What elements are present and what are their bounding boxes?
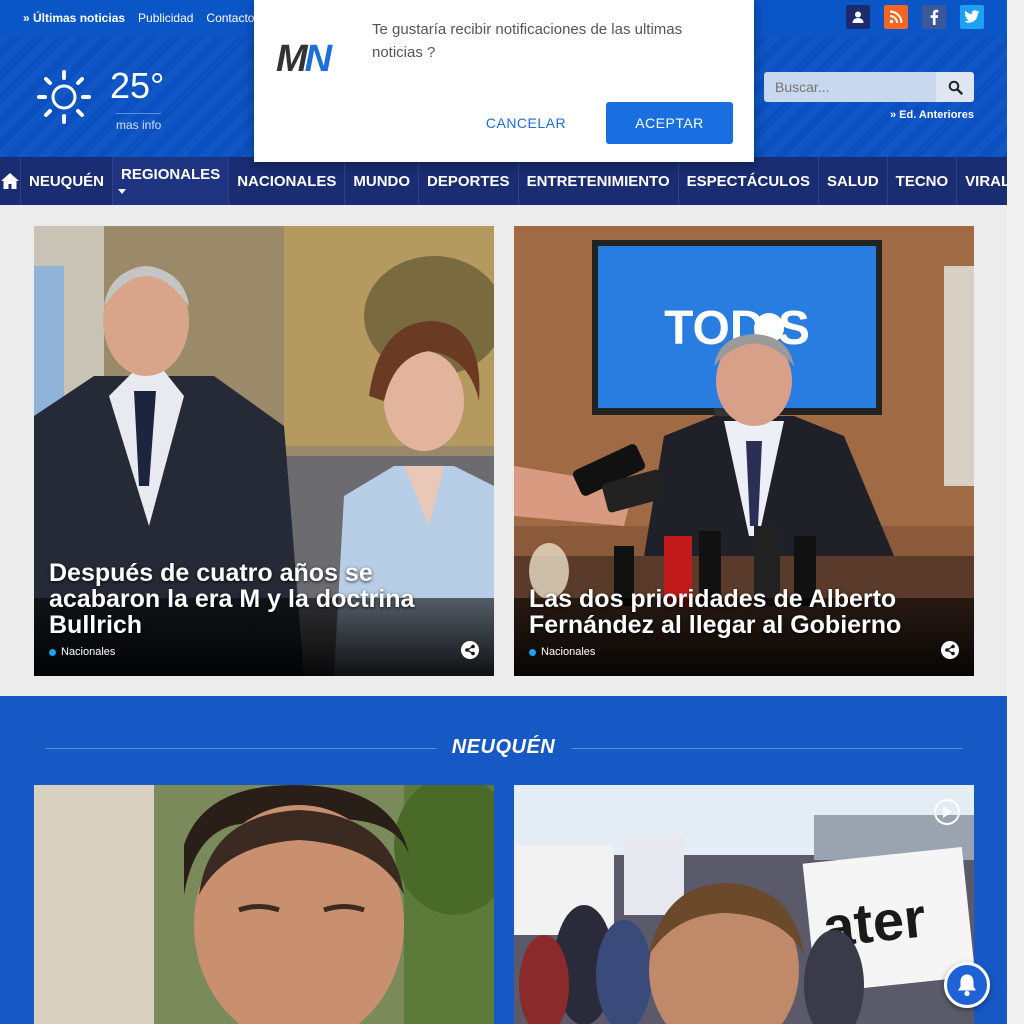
nav-item-espectaculos[interactable]: ESPECTÁCULOS [679,157,819,205]
category-dot [529,648,536,656]
twitter-icon[interactable] [960,5,984,29]
main-nav: NEUQUÉN REGIONALES NACIONALES MUNDO DEPO… [0,157,1010,205]
contact-link[interactable]: Contacto [206,11,254,25]
hero-article[interactable]: TOD S Las dos prioridades de Alberto Fer… [514,226,974,676]
notification-dialog: MN Te gustaría recibir notificaciones de… [254,0,754,162]
nav-item-mundo[interactable]: MUNDO [345,157,420,205]
search-icon [948,80,963,95]
home-icon [1,173,19,189]
user-icon[interactable] [846,5,870,29]
nav-item-deportes[interactable]: DEPORTES [419,157,519,205]
category-label: Nacionales [61,646,116,658]
category-dot [49,648,56,656]
nav-item-label: REGIONALES [121,166,221,183]
weather-more-link[interactable]: mas info [116,113,162,132]
sun-icon [37,70,91,124]
nav-item-tecno[interactable]: TECNO [888,157,958,205]
nav-item-neuquen[interactable]: NEUQUÉN [21,157,114,205]
advertising-link[interactable]: Publicidad [138,11,193,25]
search-button[interactable] [936,72,974,102]
dialog-message: Te gustaría recibir notificaciones de la… [372,21,683,61]
rss-icon[interactable] [884,5,908,29]
play-icon[interactable] [934,799,960,825]
scrollbar[interactable] [1007,0,1024,1024]
nav-item-entretenimiento[interactable]: ENTRETENIMIENTO [519,157,679,205]
category-tag[interactable]: Nacionales [529,646,595,658]
social-icons [846,5,984,29]
search-box [764,72,974,102]
bell-icon [958,974,976,997]
nav-item-nacionales[interactable]: NACIONALES [229,157,346,205]
facebook-icon[interactable] [922,5,946,29]
article-photo [34,785,494,1024]
headline[interactable]: Las dos prioridades de Alberto Fernández… [529,586,959,638]
site-logo: MN [276,38,332,80]
accept-button[interactable]: ACEPTAR [606,102,733,144]
chevron-down-icon [118,189,127,194]
article-card[interactable]: ater [514,785,974,1024]
previous-editions-link[interactable]: » Ed. Anteriores [890,109,974,121]
category-label: Nacionales [541,646,596,658]
share-icon[interactable] [941,641,959,659]
section-title[interactable]: NEUQUÉN [0,736,1007,759]
article-photo: ater [514,785,974,1024]
temperature: 25° [110,65,165,106]
top-links: » Últimas noticias Publicidad Contacto [23,11,254,25]
latest-news-link[interactable]: » Últimas noticias [23,11,125,25]
category-tag[interactable]: Nacionales [49,646,115,658]
cancel-button[interactable]: CANCELAR [476,102,576,144]
share-icon[interactable] [461,641,479,659]
neuquen-section: NEUQUÉN ater [0,696,1007,1024]
home-button[interactable] [0,157,21,205]
nav-item-regionales[interactable]: REGIONALES [113,157,230,205]
nav-item-salud[interactable]: SALUD [819,157,888,205]
notification-bell-button[interactable] [944,962,990,1008]
headline[interactable]: Después de cuatro años se acabaron la er… [49,560,479,638]
article-card[interactable] [34,785,494,1024]
search-input[interactable] [764,72,936,102]
hero-article[interactable]: Después de cuatro años se acabaron la er… [34,226,494,676]
